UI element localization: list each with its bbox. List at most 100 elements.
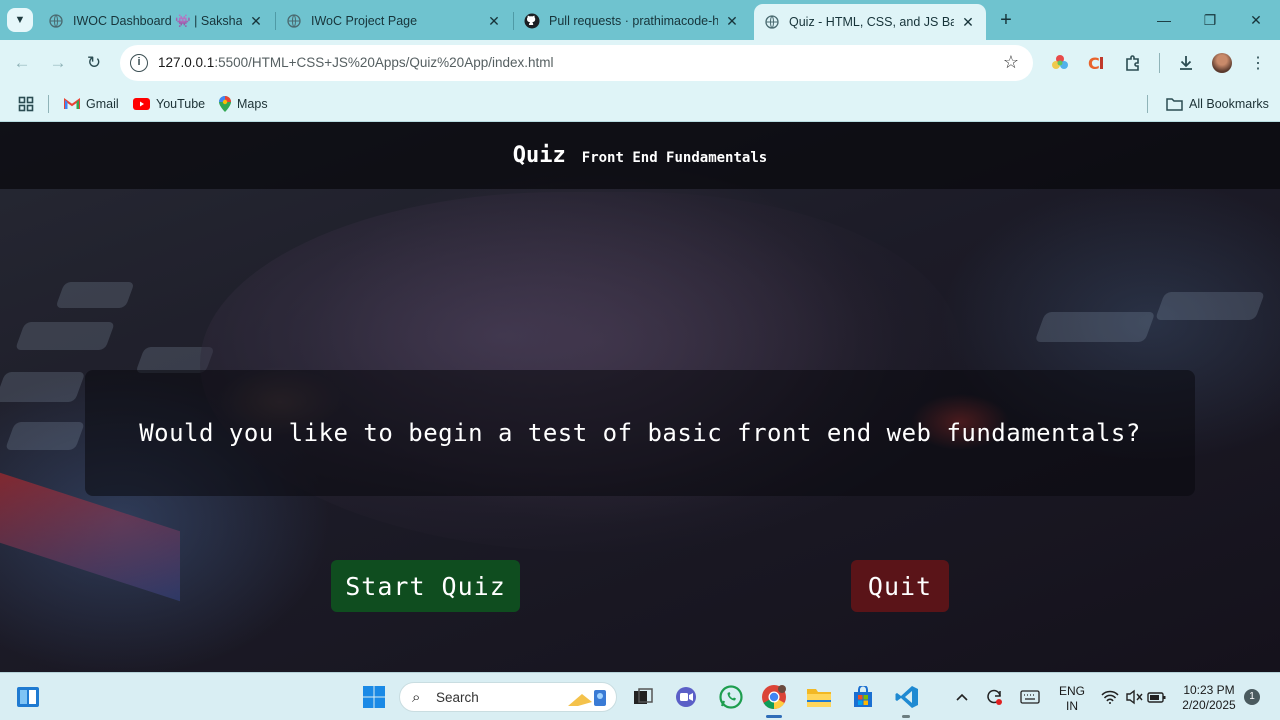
bookmark-separator xyxy=(1147,95,1148,113)
widgets-icon[interactable] xyxy=(14,683,42,711)
bookmark-label: Maps xyxy=(237,97,268,111)
profile-avatar[interactable] xyxy=(1212,53,1232,73)
tab-quiz[interactable]: Quiz - HTML, CSS, and JS Basics ✕ xyxy=(754,4,986,40)
bookmark-star-icon[interactable]: ☆ xyxy=(1003,52,1019,73)
url-host: 127.0.0.1 xyxy=(158,55,215,70)
close-icon[interactable]: ✕ xyxy=(960,14,976,30)
tab-strip: ▼ IWOC Dashboard 👾 | Saksham ✕ IWoC Proj… xyxy=(0,0,1280,40)
forward-button[interactable]: → xyxy=(46,51,70,75)
microsoft-store-icon[interactable] xyxy=(849,683,877,711)
close-icon: ✕ xyxy=(1250,12,1262,28)
bookmark-maps[interactable]: Maps xyxy=(219,93,268,115)
battery-icon[interactable] xyxy=(1143,683,1171,711)
quiz-page: Quiz Front End Fundamentals Would you li… xyxy=(0,122,1280,672)
youtube-icon xyxy=(133,98,150,110)
quiz-header: Quiz Front End Fundamentals xyxy=(0,122,1280,189)
color-extension-icon[interactable] xyxy=(1049,52,1071,74)
bookmark-label: YouTube xyxy=(156,97,206,111)
maps-icon xyxy=(219,96,231,112)
tab-search-button[interactable]: ▼ xyxy=(7,8,33,32)
bookmarks-bar: Gmail YouTube Maps All Bookmarks xyxy=(0,86,1280,122)
notification-badge[interactable]: 1 xyxy=(1244,689,1260,705)
all-bookmarks-button[interactable]: All Bookmarks xyxy=(1166,93,1269,115)
language-indicator[interactable]: ENG IN xyxy=(1054,684,1090,714)
keyboard-icon[interactable] xyxy=(1016,683,1044,711)
browser-toolbar: ← → ↻ i 127.0.0.1:5500/HTML+CSS+JS%20App… xyxy=(0,40,1280,86)
minimize-icon: — xyxy=(1157,12,1171,28)
close-icon[interactable]: ✕ xyxy=(724,13,740,29)
tab-title: IWoC Project Page xyxy=(311,14,418,28)
chrome-icon[interactable] xyxy=(760,683,788,711)
menu-kebab-icon[interactable]: ⋮ xyxy=(1247,52,1269,74)
teams-meet-icon[interactable] xyxy=(672,683,700,711)
bookmark-youtube[interactable]: YouTube xyxy=(133,93,205,115)
clock-date: 2/20/2025 xyxy=(1182,698,1236,712)
globe-icon xyxy=(764,14,780,30)
tab-title: IWOC Dashboard 👾 | Saksham xyxy=(73,13,242,28)
new-tab-button[interactable]: + xyxy=(994,9,1018,33)
background-keyboard-key xyxy=(1034,312,1156,342)
tab-iwoc-dashboard[interactable]: IWOC Dashboard 👾 | Saksham ✕ xyxy=(38,6,274,36)
page-subtitle: Front End Fundamentals xyxy=(581,149,768,166)
globe-icon xyxy=(286,13,302,29)
bookmark-separator xyxy=(48,95,49,113)
taskbar-search[interactable]: ⌕ Search xyxy=(399,682,617,712)
question-text: Would you like to begin a test of basic … xyxy=(139,419,1141,447)
show-hidden-icons-chevron-icon[interactable] xyxy=(948,683,976,711)
chevron-down-icon: ▼ xyxy=(14,14,26,26)
extensions-puzzle-icon[interactable] xyxy=(1122,52,1144,74)
site-info-icon[interactable]: i xyxy=(130,54,148,72)
bookmark-gmail[interactable]: Gmail xyxy=(64,93,119,115)
task-view-icon[interactable] xyxy=(629,683,657,711)
tab-iwoc-project[interactable]: IWoC Project Page ✕ xyxy=(276,6,512,36)
background-keyboard-key xyxy=(4,422,86,450)
background-keyboard-key xyxy=(1154,292,1266,320)
tab-pull-requests[interactable]: Pull requests · prathimacode-hub ✕ xyxy=(514,6,750,36)
clock-time: 10:23 PM xyxy=(1183,683,1235,697)
folder-icon xyxy=(1166,97,1183,111)
chrome-active-indicator xyxy=(766,715,782,718)
vscode-icon[interactable] xyxy=(893,683,921,711)
clock[interactable]: 10:23 PM 2/20/2025 xyxy=(1178,683,1240,713)
all-bookmarks-label: All Bookmarks xyxy=(1189,97,1269,111)
svg-text:C: C xyxy=(1088,54,1100,72)
code-extension-icon[interactable]: C xyxy=(1085,52,1107,74)
plus-icon: + xyxy=(1000,9,1012,31)
start-windows-icon[interactable] xyxy=(360,683,388,711)
background-keyboard-key xyxy=(0,372,86,402)
apps-grid-icon[interactable] xyxy=(18,93,34,115)
quit-button[interactable]: Quit xyxy=(851,560,949,612)
arrow-left-icon: ← xyxy=(13,53,31,72)
background-keyboard-key xyxy=(14,322,116,350)
tab-title: Quiz - HTML, CSS, and JS Basics xyxy=(789,15,954,29)
vscode-running-indicator xyxy=(902,715,910,718)
start-quiz-button[interactable]: Start Quiz xyxy=(331,560,520,612)
search-icon: ⌕ xyxy=(412,689,421,706)
close-window-button[interactable]: ✕ xyxy=(1233,6,1279,34)
reload-icon: ↻ xyxy=(86,53,102,72)
back-button[interactable]: ← xyxy=(10,51,34,75)
address-bar[interactable]: i 127.0.0.1:5500/HTML+CSS+JS%20Apps/Quiz… xyxy=(120,45,1033,81)
restore-button[interactable]: ❐ xyxy=(1187,6,1233,34)
close-icon[interactable]: ✕ xyxy=(486,13,502,29)
download-icon[interactable] xyxy=(1175,52,1197,74)
toolbar-separator xyxy=(1159,53,1160,73)
globe-icon xyxy=(48,13,64,29)
taskbar: ⌕ Search ENG IN 10:23 PM 2/20/2025 1 xyxy=(0,672,1280,720)
page-title: Quiz xyxy=(512,143,566,168)
reload-button[interactable]: ↻ xyxy=(82,51,106,75)
file-explorer-icon[interactable] xyxy=(805,683,833,711)
background-keyboard-key xyxy=(55,282,135,308)
sync-icon[interactable] xyxy=(980,683,1008,711)
search-placeholder: Search xyxy=(436,690,479,705)
question-box: Would you like to begin a test of basic … xyxy=(85,370,1195,496)
arrow-right-icon: → xyxy=(49,53,67,72)
gmail-icon xyxy=(64,98,80,110)
minimize-button[interactable]: — xyxy=(1141,6,1187,34)
language-code: ENG xyxy=(1058,684,1085,698)
whatsapp-icon[interactable] xyxy=(717,683,745,711)
github-icon xyxy=(524,13,540,29)
language-region: IN xyxy=(1066,699,1078,713)
close-icon[interactable]: ✕ xyxy=(248,13,264,29)
restore-icon: ❐ xyxy=(1203,12,1217,28)
